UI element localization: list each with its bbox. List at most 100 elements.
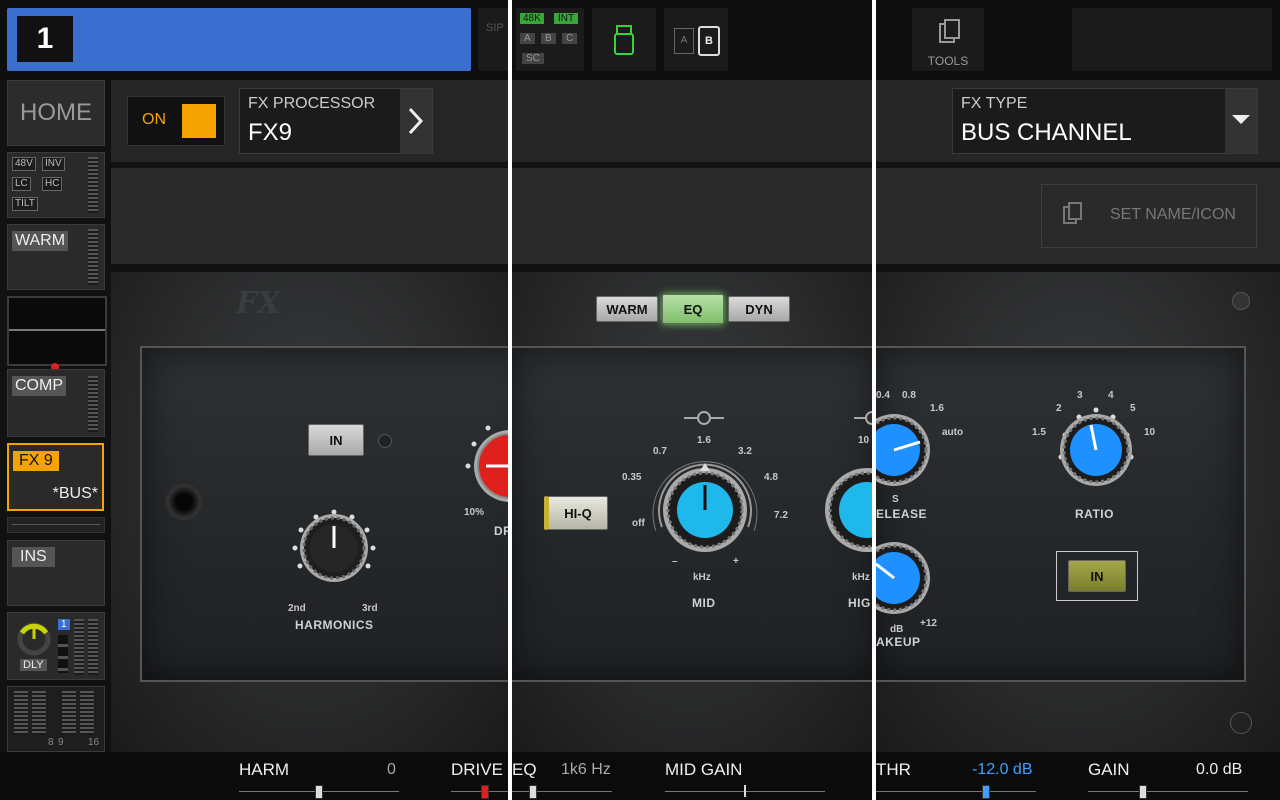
usb-stick-icon xyxy=(614,25,634,55)
low-cut-chip: LC xyxy=(12,177,31,191)
panel-separator-2 xyxy=(872,0,876,800)
high-unit: kHz xyxy=(852,572,870,583)
ratio-label: RATIO xyxy=(1075,507,1114,521)
drive-label-partial: DR xyxy=(494,524,508,538)
mid-unit: kHz xyxy=(693,572,711,583)
sync-status-block: 48K INT A B C SC xyxy=(516,8,584,71)
release-unit: S xyxy=(892,494,899,505)
mid-scale-1-6: 1.6 xyxy=(697,435,711,446)
thr-slider-knob[interactable] xyxy=(982,785,990,799)
eq-param-name: EQ xyxy=(512,760,537,779)
eq-thumbnail-block[interactable] xyxy=(7,296,107,366)
eq-slider-knob[interactable] xyxy=(529,785,537,799)
tab-dyn[interactable]: DYN xyxy=(728,296,790,322)
comp-in-button[interactable]: IN xyxy=(1068,560,1126,592)
tilt-chip: TILT xyxy=(12,197,38,211)
fx-processor-selector[interactable]: FX PROCESSOR FX9 xyxy=(239,88,433,154)
warm-block[interactable]: WARM xyxy=(7,224,105,290)
mid-scale-3-2: 3.2 xyxy=(738,446,752,457)
mid-frequency-knob[interactable] xyxy=(650,455,760,565)
on-toggle[interactable]: ON xyxy=(127,96,225,146)
delay-block[interactable]: DLY 1 xyxy=(7,612,105,680)
fx-name-bar xyxy=(111,168,508,264)
int-badge: INT xyxy=(554,13,579,24)
right-panel: TOOLS FX TYPE BUS CHANNEL SET NAME/ICON … xyxy=(876,0,1280,800)
tools-label: TOOLS xyxy=(927,54,969,68)
harm-param-value: 0 xyxy=(387,761,396,778)
mid-gain-param-name: MID GAIN xyxy=(665,760,743,779)
mid-scale-0-7: 0.7 xyxy=(653,446,667,457)
release-scale-1-6: 1.6 xyxy=(930,403,944,414)
fx-processor-next[interactable] xyxy=(400,89,432,153)
ins-label: INS xyxy=(12,547,55,567)
harmonics-knob[interactable] xyxy=(284,500,384,600)
card-ab-button[interactable]: A B xyxy=(664,8,728,71)
thr-slider-track[interactable] xyxy=(876,791,1036,792)
harmonics-label: HARMONICS xyxy=(295,618,374,632)
fx-type-dropdown[interactable]: FX TYPE BUS CHANNEL xyxy=(952,88,1258,154)
on-led xyxy=(182,104,216,138)
usb-button[interactable] xyxy=(592,8,656,71)
bus-b-badge: B xyxy=(541,33,556,44)
gain-param-name: GAIN xyxy=(1088,760,1130,779)
release-knob[interactable] xyxy=(876,400,946,500)
mid-scale-4-8: 4.8 xyxy=(764,472,778,483)
header-empty-slot[interactable] xyxy=(1072,8,1272,71)
mid-scale-0-35: 0.35 xyxy=(622,472,642,483)
gain-slider-knob[interactable] xyxy=(1139,785,1147,799)
tab-eq[interactable]: EQ xyxy=(662,294,724,324)
channel-number: 1 xyxy=(17,16,73,62)
harm-2nd-label: 2nd xyxy=(288,603,306,614)
home-button[interactable]: HOME xyxy=(7,80,105,146)
mid-minus: – xyxy=(672,556,678,567)
screw-top-right xyxy=(1232,292,1250,310)
makeup-knob[interactable] xyxy=(876,528,946,628)
copy-documents-icon xyxy=(939,19,960,43)
gain-param-value: 0.0 dB xyxy=(1196,761,1243,778)
rate-48k-badge: 48K xyxy=(520,13,544,24)
gain-slider-track[interactable] xyxy=(1088,791,1248,792)
tab-warm[interactable]: WARM xyxy=(596,296,658,322)
hi-q-button[interactable]: HI-Q xyxy=(544,496,608,530)
ratio-scale-1-5: 1.5 xyxy=(1032,427,1046,438)
ins-block[interactable]: INS xyxy=(7,540,105,606)
harm-slider-knob[interactable] xyxy=(315,785,323,799)
fx-slot-selected[interactable]: FX 9 *BUS* xyxy=(7,443,104,511)
set-name-icon-button[interactable]: SET NAME/ICON xyxy=(1041,184,1257,248)
input-options-block[interactable]: 48V INV LC HC TILT xyxy=(7,152,105,218)
drive-slider-knob[interactable] xyxy=(481,785,489,799)
thr-param-name: THR xyxy=(876,760,911,779)
harm-3rd-label: 3rd xyxy=(362,603,378,614)
chevron-right-icon xyxy=(408,107,424,135)
release-scale-0-8: 0.8 xyxy=(902,390,916,401)
fx-divider xyxy=(7,517,105,533)
delay-badge: 1 xyxy=(58,619,70,630)
comp-block[interactable]: COMP xyxy=(7,369,105,437)
ratio-scale-5: 5 xyxy=(1130,403,1136,414)
phantom-48v-chip: 48V xyxy=(12,157,36,171)
makeup-unit: dB xyxy=(890,624,904,635)
fx-type-caption: FX TYPE xyxy=(961,95,1028,112)
channel-name-bar[interactable]: 1 xyxy=(7,8,471,71)
mid-band-icon xyxy=(684,411,724,425)
sip-button[interactable]: SIP xyxy=(478,8,508,71)
ratio-scale-3: 3 xyxy=(1077,390,1083,401)
eq-thumbnail-line xyxy=(9,329,105,331)
mid-scale-off: off xyxy=(632,518,645,529)
mid-gain-slider-center[interactable] xyxy=(744,785,746,797)
tools-button[interactable]: TOOLS xyxy=(912,8,984,71)
in-led xyxy=(378,434,392,448)
high-label-partial: HIG xyxy=(848,596,871,610)
high-frequency-knob[interactable] xyxy=(812,455,872,565)
fx-type-dropdown-toggle[interactable] xyxy=(1225,89,1257,153)
meter-scale-16: 16 xyxy=(88,737,100,748)
drive-slider-track[interactable] xyxy=(451,791,508,792)
makeup-max: +12 xyxy=(920,618,937,629)
high-cut-chip: HC xyxy=(42,177,63,191)
input-jack xyxy=(165,483,203,521)
harmonics-in-button[interactable]: IN xyxy=(308,424,364,456)
delay-ring-icon xyxy=(17,622,51,656)
eq-param-value: 1k6 Hz xyxy=(561,761,611,778)
eq-slider-track[interactable] xyxy=(512,791,612,792)
drive-knob[interactable] xyxy=(462,418,508,518)
